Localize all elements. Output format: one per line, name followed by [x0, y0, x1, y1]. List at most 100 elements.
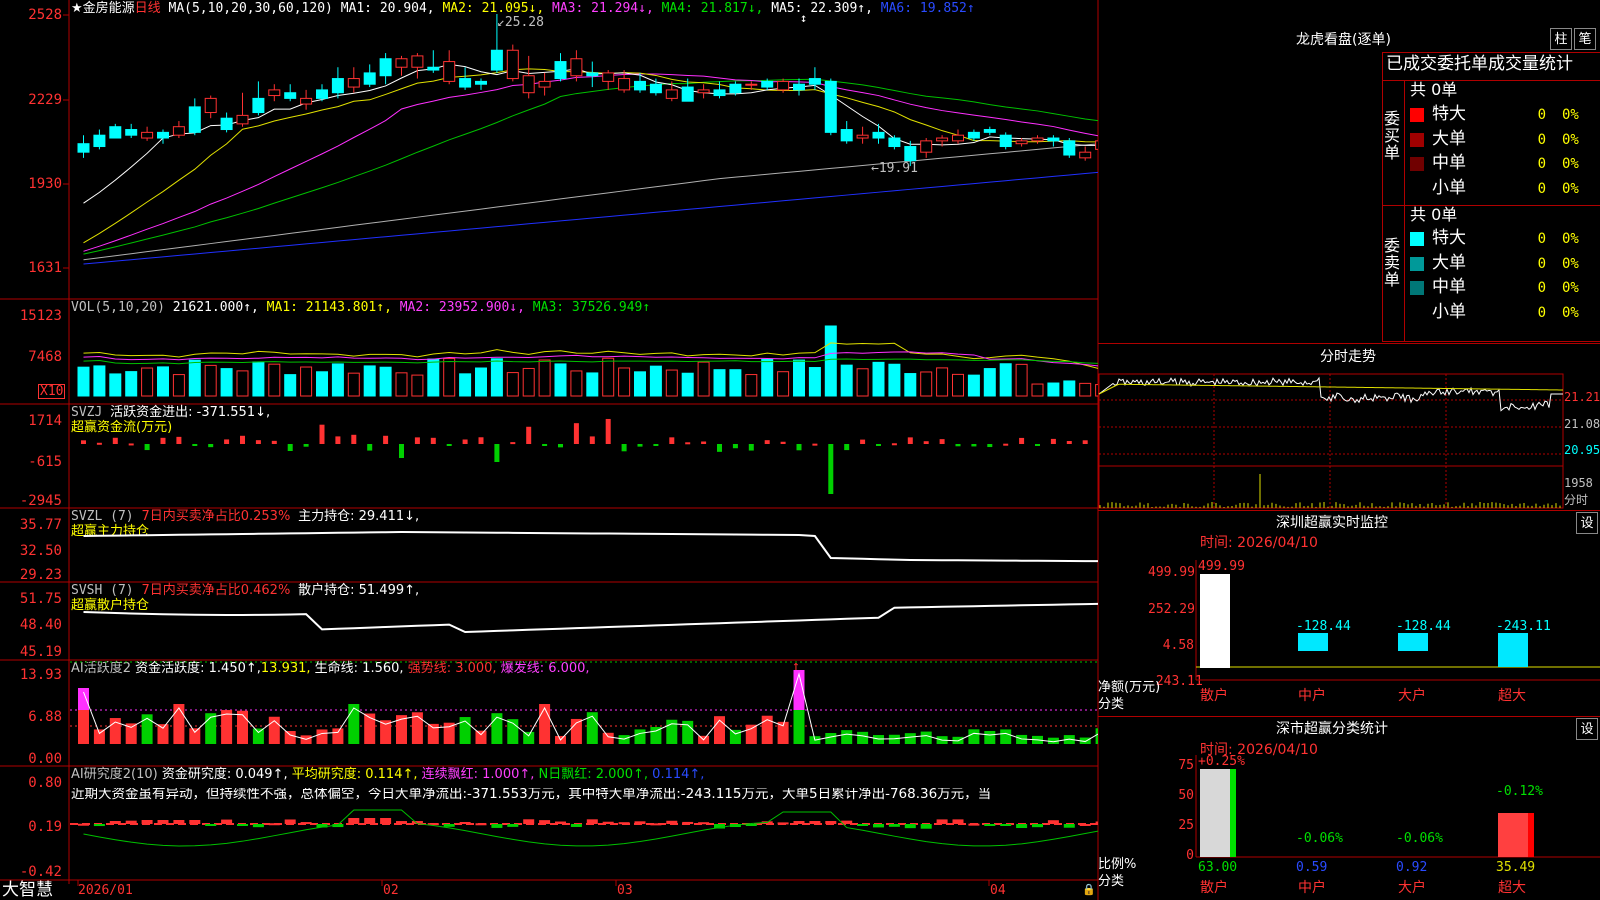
volume-bar	[856, 368, 869, 397]
intraday-axis-label: 20.95	[1564, 443, 1600, 457]
candle-body	[316, 89, 328, 99]
volume-bar	[729, 369, 742, 397]
activity-bar	[237, 710, 248, 744]
flow-bar	[144, 444, 150, 451]
activity-bar	[284, 731, 296, 744]
volume-bar	[459, 373, 472, 397]
stats-ratio-label: 63.00	[1198, 860, 1237, 875]
intraday-chart[interactable]	[1098, 370, 1564, 510]
svzj-axis-label: 1714	[28, 413, 62, 429]
stats-change-label: -0.06%	[1296, 831, 1343, 846]
volume-bar	[793, 359, 805, 397]
volume-bar	[681, 372, 694, 397]
candle-body	[141, 131, 154, 139]
retail-holding-line	[83, 602, 1098, 634]
bar-view-button[interactable]: 柱	[1550, 28, 1572, 50]
monitor-bar-value: -128.44	[1296, 619, 1351, 634]
flow-bar	[621, 444, 627, 452]
activity-bar	[189, 728, 201, 744]
research-bar	[793, 821, 805, 824]
research-bar	[698, 822, 710, 825]
candle-body	[681, 86, 694, 102]
candle-body	[411, 55, 424, 68]
research-bar	[666, 820, 678, 824]
candle-body	[793, 83, 805, 91]
candle-body	[952, 134, 964, 142]
monitor-time: 时间: 2026/04/10	[1200, 535, 1318, 551]
candle-body	[586, 72, 599, 77]
cursor-marker: ↕	[800, 11, 808, 25]
flow-bar	[128, 443, 134, 446]
monitor-category-label: 中户	[1298, 687, 1326, 704]
ma10-line	[83, 68, 1098, 244]
candle-body	[172, 126, 185, 136]
order-stats-tab[interactable]: 已成交委托单成交量统计	[1386, 56, 1573, 73]
flow-bar	[176, 436, 182, 444]
volume-bar	[347, 372, 360, 397]
candlestick-chart[interactable]	[70, 14, 1098, 299]
monitor-settings-button[interactable]: 设	[1576, 512, 1598, 534]
ai-research-axis-label: 0.80	[28, 775, 62, 791]
stats-title: 深市超赢分类统计	[1276, 721, 1388, 737]
flow-bar	[462, 439, 468, 444]
monitor-bar-chart: 499.99 散户 -128.44 中户 -128.44 大户 -243.11 超大	[1195, 559, 1600, 704]
order-row: 中单 0 0%	[1406, 277, 1600, 299]
candle-body	[443, 61, 456, 82]
stats-ratio-label: 35.49	[1496, 860, 1535, 875]
volume-bar	[840, 364, 853, 397]
flow-bar	[1082, 440, 1088, 444]
activity-bar	[634, 729, 646, 744]
volume-bar	[125, 371, 138, 397]
ai-active-axis-label: 0.00	[28, 751, 62, 767]
ma20-line	[83, 73, 1098, 252]
candle-body	[300, 97, 313, 105]
volume-bar	[665, 369, 678, 397]
flow-bar	[558, 444, 563, 448]
volume-bar	[697, 361, 710, 397]
order-count: 0	[1537, 304, 1546, 321]
research-bar	[634, 821, 646, 824]
candle-body	[554, 61, 567, 80]
order-pct: 0%	[1562, 107, 1579, 123]
candle-body	[157, 131, 169, 139]
research-bar	[984, 824, 996, 826]
flow-bar	[860, 439, 866, 444]
buy-side-label: 委买单	[1384, 109, 1401, 162]
volume-bar	[109, 373, 122, 397]
activity-bar	[443, 722, 455, 744]
volume-bar	[634, 371, 646, 397]
flow-bar	[430, 437, 436, 444]
research-bar	[936, 819, 948, 824]
research-bar	[952, 819, 964, 824]
candle-body	[999, 134, 1012, 148]
ai-active-axis-label: 6.88	[28, 709, 62, 725]
lock-icon[interactable]: 🔒	[1082, 884, 1096, 895]
volume-bar	[379, 366, 392, 397]
order-row: 特大 0 0%	[1406, 228, 1600, 250]
candle-body	[538, 80, 551, 88]
flow-bar	[637, 444, 643, 447]
flow-bar	[1050, 438, 1056, 444]
volume-bar	[172, 374, 185, 397]
candle-body	[268, 89, 281, 97]
volume-bar	[236, 370, 249, 397]
activity-bar	[523, 731, 535, 744]
candle-body	[284, 92, 297, 99]
volume-bar	[554, 363, 567, 397]
volume-bar	[1031, 383, 1044, 397]
volume-bar	[443, 358, 456, 397]
low-value: 19.91	[878, 161, 918, 176]
candle-body	[872, 131, 885, 139]
volume-bar	[268, 363, 281, 397]
trade-view-button[interactable]: 笔	[1574, 28, 1596, 50]
flow-bar	[399, 444, 404, 458]
ai-research-chart	[70, 809, 1098, 847]
stats-settings-button[interactable]: 设	[1576, 718, 1598, 740]
volume-bar	[77, 366, 90, 397]
candle-body	[634, 80, 646, 91]
volume-chart	[77, 325, 1098, 397]
candle-body	[570, 58, 583, 77]
flow-bar	[780, 441, 786, 444]
order-row: 特大 0 0%	[1406, 104, 1600, 126]
candle-body	[777, 80, 790, 91]
